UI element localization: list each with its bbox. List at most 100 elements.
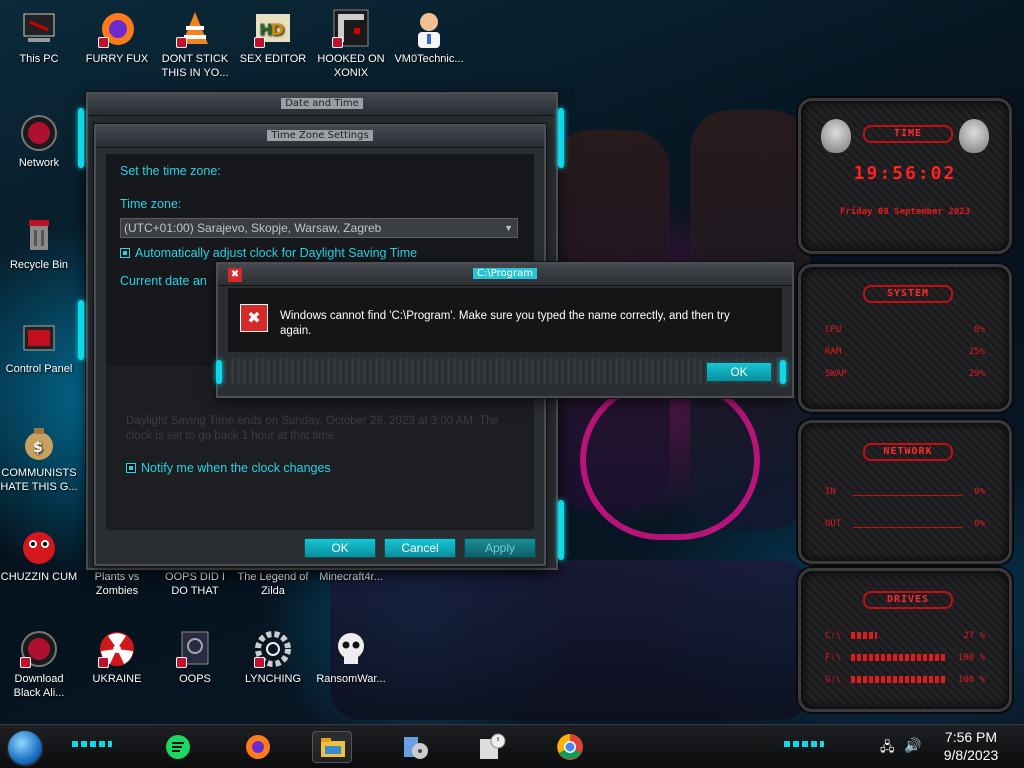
wallpaper-pink-glow <box>580 380 760 540</box>
dialog-title: Time Zone Settings <box>267 130 373 141</box>
drive-g-row: G:\ 100 % <box>825 675 985 685</box>
swap-value: 29% <box>968 369 985 379</box>
doctor-icon <box>408 8 450 50</box>
time-gadget[interactable]: TIME 19:56:02 Friday 08 September 2023 <box>798 98 1012 254</box>
rope-gear-icon <box>252 628 294 670</box>
network-tray-icon[interactable]: 🖧 <box>880 738 895 760</box>
error-title: C:\Program <box>473 268 537 279</box>
taskbar-glow-right <box>784 741 824 747</box>
dst-checkbox[interactable]: Automatically adjust clock for Daylight … <box>120 246 417 260</box>
network-header: NETWORK <box>863 443 953 461</box>
money-bag-icon: $ <box>18 422 60 464</box>
current-date-label: Current date an <box>120 274 207 288</box>
desktop-icon-furry-fux[interactable]: FURRY FUX <box>78 8 156 66</box>
hex-editor-icon: HD <box>252 8 294 50</box>
error-edge-glow <box>780 360 786 384</box>
system-gadget[interactable]: SYSTEM CPU 8% RAM 25% SWAP 29% <box>798 264 1012 412</box>
desktop-icon-communists[interactable]: $ COMMUNISTS HATE THIS G... <box>0 422 78 494</box>
desktop-icon-recycle-bin[interactable]: Recycle Bin <box>0 214 78 272</box>
desktop-icon-oops[interactable]: OOPS <box>156 628 234 686</box>
window-edge-glow <box>558 500 564 560</box>
desktop-icon-vm0technic[interactable]: VM0Technic... <box>390 8 468 66</box>
start-orb-icon[interactable] <box>6 729 44 767</box>
ram-label: RAM <box>825 347 842 357</box>
desktop-icon-network[interactable]: Network <box>0 112 78 170</box>
error-ok-button[interactable]: OK <box>706 362 772 382</box>
firefox-icon[interactable] <box>238 731 278 763</box>
desktop-icon-lynching[interactable]: LYNCHING <box>234 628 312 686</box>
file-explorer-icon[interactable] <box>312 731 352 763</box>
time-zone-titlebar[interactable]: Time Zone Settings <box>96 126 544 148</box>
ok-button[interactable]: OK <box>304 538 376 558</box>
swap-label: SWAP <box>825 369 847 379</box>
tz-heading: Set the time zone: <box>120 164 221 178</box>
cancel-button[interactable]: Cancel <box>384 538 456 558</box>
radiation-icon <box>96 628 138 670</box>
ram-row: RAM 25% <box>825 347 985 357</box>
error-titlebar[interactable]: ✖ C:\Program <box>218 264 792 286</box>
checkbox-checked-icon <box>120 248 130 258</box>
recycle-bin-icon <box>18 214 60 256</box>
time-zone-value: (UTC+01:00) Sarajevo, Skopje, Warsaw, Za… <box>124 221 382 235</box>
wallpaper-legs <box>330 560 810 720</box>
taskbar-glow-left <box>72 741 112 747</box>
drive-f-bar <box>851 654 947 661</box>
drive-c-bar <box>851 632 877 639</box>
media-disc-icon[interactable] <box>394 731 434 763</box>
notify-checkbox[interactable]: Notify me when the clock changes <box>126 461 331 475</box>
desktop-icon-hooked-on-xonix[interactable]: HOOKED ON XONIX <box>312 8 390 80</box>
spotify-icon[interactable] <box>158 731 198 763</box>
red-chuzzle-icon <box>18 526 60 568</box>
in-value: 0% <box>974 487 985 497</box>
time-header: TIME <box>863 125 953 143</box>
control-panel-icon <box>18 318 60 360</box>
desktop-icon-ransomwar[interactable]: RansomWar... <box>312 628 390 686</box>
network-alien-icon <box>18 112 60 154</box>
dst-info-text: Daylight Saving Time ends on Sunday, Oct… <box>126 415 499 442</box>
desktop-icon-dont-stick[interactable]: DONT STICK THIS IN YO... <box>156 8 234 80</box>
window-edge-glow <box>78 108 84 168</box>
cpu-row: CPU 8% <box>825 325 985 335</box>
apply-button[interactable]: Apply <box>464 538 536 558</box>
computer-icon <box>18 8 60 50</box>
in-graph <box>853 495 963 496</box>
checkbox-checked-icon <box>126 463 136 473</box>
desktop-icon-sex-editor[interactable]: HD SEX EDITOR <box>234 8 312 66</box>
error-title-icon: ✖ <box>228 268 242 282</box>
cpu-label: CPU <box>825 325 842 335</box>
taskbar: 🖧 🔊 7:56 PM 9/8/2023 <box>0 724 1024 768</box>
taskbar-date: 9/8/2023 <box>943 747 999 763</box>
desktop-icon-download-black-ali[interactable]: Download Black Ali... <box>0 628 78 700</box>
vlc-cone-icon <box>174 8 216 50</box>
drives-header: DRIVES <box>863 591 953 609</box>
drive-g-value: 100 % <box>957 675 985 685</box>
time-zone-select[interactable]: (UTC+01:00) Sarajevo, Skopje, Warsaw, Za… <box>120 218 518 238</box>
desktop-icon-control-panel[interactable]: Control Panel <box>0 318 78 376</box>
volume-icon[interactable]: 🔊 <box>904 737 921 754</box>
alien-head-icon <box>821 119 851 153</box>
xonix-game-icon <box>330 8 372 50</box>
oops-app-icon <box>174 628 216 670</box>
desktop-icon-chuzzin-cum[interactable]: CHUZZIN CUM <box>0 526 78 584</box>
drives-gadget[interactable]: DRIVES C:\ 27 % F:\ 100 % G:\ 100 % <box>798 568 1012 712</box>
taskbar-clock[interactable]: 7:56 PM 9/8/2023 <box>936 728 1006 764</box>
out-label: OUT <box>825 519 842 529</box>
alien-download-icon <box>18 628 60 670</box>
error-icon: ✖ <box>240 304 268 332</box>
calculator-clock-icon[interactable] <box>472 731 512 763</box>
firefox-icon <box>96 8 138 50</box>
desktop-icon-this-pc[interactable]: This PC <box>0 8 78 66</box>
desktop-icon-ukraine[interactable]: UKRAINE <box>78 628 156 686</box>
in-label: IN <box>825 487 836 497</box>
drive-c-row: C:\ 27 % <box>825 631 985 641</box>
out-value: 0% <box>974 519 985 529</box>
error-dialog[interactable]: ✖ C:\Program ✖ Windows cannot find 'C:\P… <box>216 262 794 398</box>
date-and-time-titlebar[interactable]: Date and Time <box>88 94 556 116</box>
drive-g-label: G:\ <box>825 675 842 685</box>
network-gadget[interactable]: NETWORK IN 0% OUT 0% <box>798 420 1012 564</box>
chevron-down-icon: ▼ <box>504 223 513 233</box>
ram-value: 25% <box>968 347 985 357</box>
chrome-icon[interactable] <box>550 731 590 763</box>
dst-checkbox-label: Automatically adjust clock for Daylight … <box>135 246 418 260</box>
window-title: Date and Time <box>281 98 363 109</box>
